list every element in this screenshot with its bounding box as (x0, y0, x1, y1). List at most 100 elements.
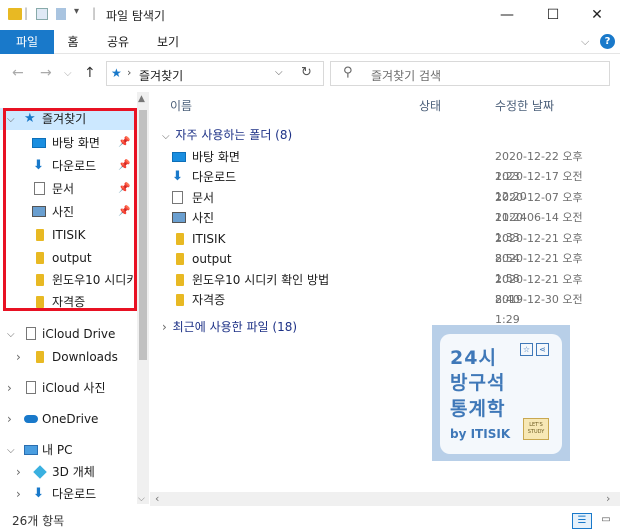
search-placeholder[interactable]: 즐겨찾기 검색 (371, 67, 441, 84)
divider: | (24, 6, 29, 20)
scroll-right-icon[interactable]: › (606, 492, 610, 505)
properties-icon[interactable] (36, 8, 48, 20)
sidebar-item-quick-access[interactable]: ⌵ ★ 즐겨찾기 (0, 108, 137, 130)
column-header-status[interactable]: 상태 (419, 97, 441, 114)
sidebar-item-label: 다운로드 (52, 159, 97, 173)
tab-home[interactable]: 홈 (56, 30, 90, 54)
pin-icon[interactable]: 📌 (118, 178, 130, 200)
thumbnail-title-line3: 통계학 (450, 398, 506, 420)
address-path[interactable]: 즐겨찾기 (139, 67, 183, 84)
sidebar-item-cdkey[interactable]: 윈도우10 시디키 (0, 269, 136, 291)
details-view-icon[interactable]: ☰ (572, 513, 592, 529)
item-name: 자격증 (192, 293, 226, 307)
folder-icon (176, 294, 184, 306)
chevron-down-icon[interactable]: ⌵ (7, 109, 15, 131)
sidebar-item-label: 다운로드 (52, 487, 97, 501)
scroll-down-icon[interactable]: ⌵ (138, 494, 145, 504)
search-box[interactable]: ⚲ 즐겨찾기 검색 (330, 61, 610, 86)
scroll-left-icon[interactable]: ‹ (155, 492, 159, 505)
horizontal-scrollbar[interactable] (150, 492, 620, 506)
list-item[interactable]: output 2020-12-21 오후 1:58 (170, 249, 610, 285)
sidebar-item-label: 사진 (52, 205, 75, 219)
item-name: output (192, 252, 232, 266)
chevron-right-icon[interactable]: › (16, 483, 21, 505)
sidebar-item-label: iCloud 사진 (42, 381, 106, 395)
maximize-button[interactable]: ☐ (530, 0, 576, 30)
item-name: ITISIK (192, 232, 226, 246)
list-item[interactable]: ITISIK 2020-12-21 오후 8:54 (170, 229, 610, 265)
list-item[interactable]: ⬇ 다운로드 2020-12-17 오전 12:20 (170, 167, 610, 203)
quick-access-dropdown-icon[interactable]: ▾ (74, 6, 79, 17)
chevron-right-icon[interactable]: › (7, 377, 12, 399)
sidebar-scrollbar-thumb[interactable] (139, 110, 147, 360)
chevron-right-icon[interactable]: › (16, 346, 21, 368)
tab-view[interactable]: 보기 (148, 30, 188, 54)
large-icons-view-icon[interactable]: ▭ (596, 513, 616, 529)
back-icon[interactable]: ← (12, 65, 24, 81)
pin-icon[interactable]: 📌 (118, 201, 130, 223)
tab-share[interactable]: 공유 (98, 30, 138, 54)
search-icon: ⚲ (343, 65, 353, 80)
address-bar[interactable]: ★ › 즐겨찾기 ⌵ ↻ (106, 61, 324, 86)
chevron-down-icon[interactable]: ⌵ (162, 131, 170, 142)
chevron-down-icon[interactable]: ⌵ (7, 440, 15, 462)
chevron-right-icon[interactable]: › (162, 320, 167, 334)
document-icon (34, 182, 45, 195)
item-name: 윈도우10 시디키 확인 방법 (192, 273, 330, 287)
list-item[interactable]: 바탕 화면 2020-12-22 오후 1:23 (170, 147, 610, 183)
pin-icon[interactable]: 📌 (118, 155, 130, 177)
column-header-modified[interactable]: 수정한 날짜 (495, 97, 554, 114)
group-label: 최근에 사용한 파일 (18) (172, 320, 298, 334)
new-folder-icon[interactable] (56, 8, 66, 20)
scroll-up-icon[interactable]: ▲ (138, 94, 145, 104)
item-name: 바탕 화면 (192, 150, 240, 164)
chevron-down-icon[interactable]: ⌵ (7, 324, 15, 346)
help-icon[interactable]: ? (600, 34, 615, 49)
list-item[interactable]: 문서 2020-12-07 오후 11:24 (170, 188, 610, 224)
picture-icon (172, 212, 186, 223)
cloud-icon (24, 415, 38, 423)
address-dropdown-icon[interactable]: ⌵ (275, 67, 283, 78)
star-icon: ★ (111, 66, 122, 80)
list-item[interactable]: 자격증 2019-12-30 오전 1:29 (170, 290, 610, 326)
star-icon: ☆ (520, 343, 533, 356)
download-arrow-icon: ⬇ (33, 158, 44, 173)
document-icon (172, 191, 183, 204)
tab-file[interactable]: 파일 (0, 30, 54, 54)
window-title: 파일 탐색기 (106, 9, 166, 23)
refresh-icon[interactable]: ↻ (301, 65, 312, 80)
file-icon (26, 381, 36, 394)
close-button[interactable]: ✕ (574, 0, 620, 30)
list-item[interactable]: 윈도우10 시디키 확인 방법 2020-12-21 오후 8:40 (170, 270, 610, 306)
ribbon-tabs: 파일 홈 공유 보기 ⌵ ? (0, 30, 620, 54)
chevron-right-icon[interactable]: › (7, 408, 12, 430)
ribbon-expand-icon[interactable]: ⌵ (581, 35, 589, 49)
minimize-button[interactable]: — (484, 0, 530, 30)
pin-icon[interactable]: 📌 (118, 132, 130, 154)
folder-icon (176, 274, 184, 286)
list-item[interactable]: 사진 2020-06-14 오전 1:33 (170, 208, 610, 244)
up-icon[interactable]: ↑ (84, 65, 96, 81)
folder-icon (36, 296, 44, 308)
group-frequent-folders[interactable]: ⌵ 자주 사용하는 폴더 (8) (162, 126, 292, 143)
group-recent-files[interactable]: › 최근에 사용한 파일 (18) (162, 318, 297, 335)
folder-icon (36, 351, 44, 363)
item-date: 2019-12-30 오전 1:29 (495, 293, 583, 326)
breadcrumb-chevron-icon: › (127, 66, 132, 79)
column-header-name[interactable]: 이름 (170, 97, 192, 114)
desktop-icon (32, 138, 46, 148)
item-name: 사진 (192, 211, 215, 225)
folder-icon (176, 233, 184, 245)
forward-icon[interactable]: → (40, 65, 52, 81)
status-item-count: 26개 항목 (12, 514, 65, 528)
thumbnail-badge: LET'S STUDY (523, 418, 549, 440)
download-arrow-icon: ⬇ (33, 486, 44, 501)
sidebar-item-label: 바탕 화면 (52, 136, 100, 150)
sidebar-item-label: 자격증 (52, 295, 86, 309)
chevron-right-icon[interactable]: › (16, 461, 21, 483)
title-bar: | ▾ | 파일 탐색기 — ☐ ✕ (0, 0, 620, 30)
recent-locations-icon[interactable]: ⌵ (64, 68, 72, 79)
picture-icon (32, 206, 46, 217)
sidebar-item-label: 내 PC (42, 443, 73, 457)
sidebar-item-label: OneDrive (42, 412, 99, 426)
